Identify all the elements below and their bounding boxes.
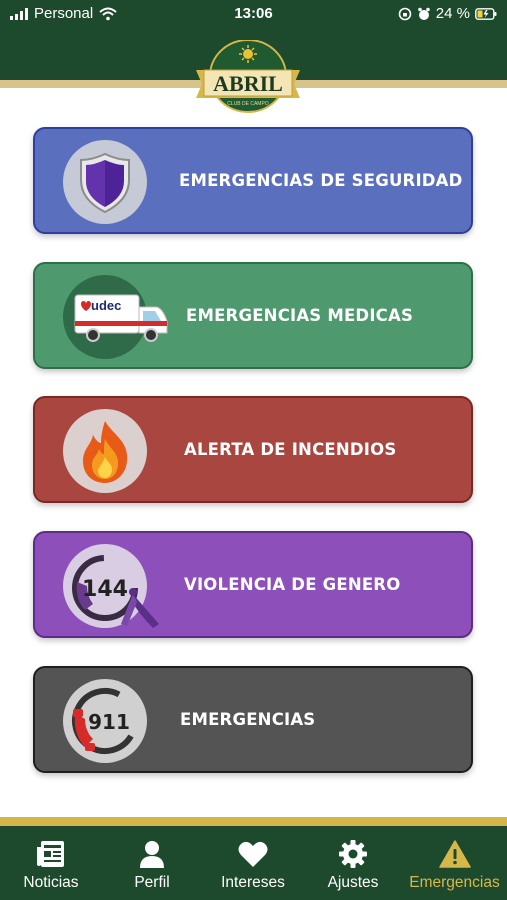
card-label: EMERGENCIAS DE SEGURIDAD [179,171,463,190]
status-bar: Personal 13:06 24 % [0,0,507,28]
rotation-lock-icon [398,7,412,20]
ambulance-icon-circle: udec [63,275,168,359]
alarm-icon [417,7,430,20]
tab-label: Emergencias [409,874,500,891]
ambulance-brand-text: udec [91,298,121,313]
card-label: ALERTA DE INCENDIOS [184,440,397,459]
status-right: 24 % [398,5,497,22]
tab-noticias[interactable]: Noticias [0,826,102,900]
card-alerta-incendios[interactable]: ALERTA DE INCENDIOS [33,396,473,503]
tab-bar: Noticias Perfil Intereses Ajustes Emerge… [0,826,507,900]
tab-label: Intereses [221,874,285,891]
phone-144-icon-circle: 144 [63,544,159,628]
battery-icon [475,7,497,20]
tabbar-gold-stripe [0,817,507,826]
card-emergencias-medicas[interactable]: udec EMERGENCIAS MEDICAS [33,262,473,369]
abril-logo: ABRIL CLUB DE CAMPO [192,39,304,118]
card-label: VIOLENCIA DE GENERO [184,575,401,594]
tab-intereses[interactable]: Intereses [202,826,304,900]
phone-911-icon-circle: 911 [63,679,147,763]
tab-emergencias[interactable]: Emergencias [402,826,507,900]
person-icon [140,841,164,868]
ambulance-icon: udec [74,294,168,342]
card-label: EMERGENCIAS MEDICAS [186,306,414,325]
tab-label: Noticias [23,874,79,891]
tab-perfil[interactable]: Perfil [102,826,202,900]
tab-label: Ajustes [327,874,379,891]
phone-911-icon: 911 [72,688,138,754]
fire-icon [83,421,128,483]
gear-icon [339,840,367,868]
card-violencia-genero[interactable]: 144 VIOLENCIA DE GENERO [33,531,473,638]
logo-text: ABRIL [213,71,283,96]
shield-icon-circle [63,140,147,224]
fire-icon-circle [63,409,147,493]
heart-icon [238,841,268,867]
phone-number-text: 911 [88,710,130,734]
card-label: EMERGENCIAS [180,710,316,729]
warning-icon [438,840,471,868]
phone-number-text: 144 [82,577,128,602]
card-emergencias-seguridad[interactable]: EMERGENCIAS DE SEGURIDAD [33,127,473,234]
card-emergencias[interactable]: 911 EMERGENCIAS [33,666,473,773]
battery-percent: 24 % [435,5,470,22]
shield-icon [80,152,130,214]
phone-144-icon: 144 [72,555,159,628]
tab-label: Perfil [134,874,170,891]
tab-ajustes[interactable]: Ajustes [304,826,402,900]
newspaper-icon [37,841,64,867]
logo-subtext: CLUB DE CAMPO [227,101,269,107]
